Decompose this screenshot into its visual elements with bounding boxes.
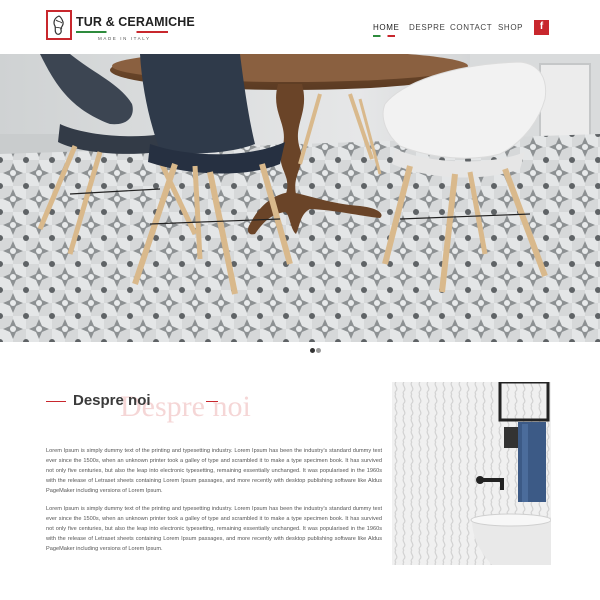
brand-flag-bar: [76, 31, 168, 33]
nav-item-contact[interactable]: CONTACT: [450, 23, 492, 32]
nav-item-shop[interactable]: SHOP: [498, 23, 523, 32]
logo-mark-icon: [46, 10, 72, 40]
nav-item-home[interactable]: HOME: [373, 23, 400, 37]
title-decor-line-right: [206, 401, 218, 402]
facebook-button[interactable]: f: [534, 20, 549, 35]
nav-item-label: SHOP: [498, 23, 524, 32]
active-nav-indicator: [373, 35, 395, 37]
brand-tagline: MADE IN ITALY: [98, 36, 151, 41]
about-heading: Despre noi Despre noi: [46, 386, 366, 426]
about-paragraph-1: Lorem Ipsum is simply dummy text of the …: [46, 448, 382, 494]
about-paragraph-2: Lorem Ipsum is simply dummy text of the …: [46, 506, 382, 552]
nav-item-despre[interactable]: DESPRE: [409, 23, 446, 32]
slider-dot-1[interactable]: [310, 348, 315, 353]
bathroom-image: [392, 382, 551, 565]
section-title: Despre noi: [73, 392, 151, 409]
site-header: TUR & CERAMICHE MADE IN ITALY HOME DESPR…: [0, 0, 600, 54]
facebook-icon: f: [539, 21, 544, 32]
nav-item-label: CONTACT: [450, 23, 493, 32]
brand-logo[interactable]: TUR & CERAMICHE MADE IN ITALY: [46, 10, 195, 42]
slider-dot-2[interactable]: [316, 348, 321, 353]
hero-slider: [0, 54, 600, 342]
title-decor-line: [46, 401, 66, 402]
brand-name: TUR & CERAMICHE: [76, 15, 195, 29]
hero-image: [0, 54, 600, 342]
nav-item-label: HOME: [373, 23, 400, 32]
nav-item-label: DESPRE: [409, 23, 446, 32]
